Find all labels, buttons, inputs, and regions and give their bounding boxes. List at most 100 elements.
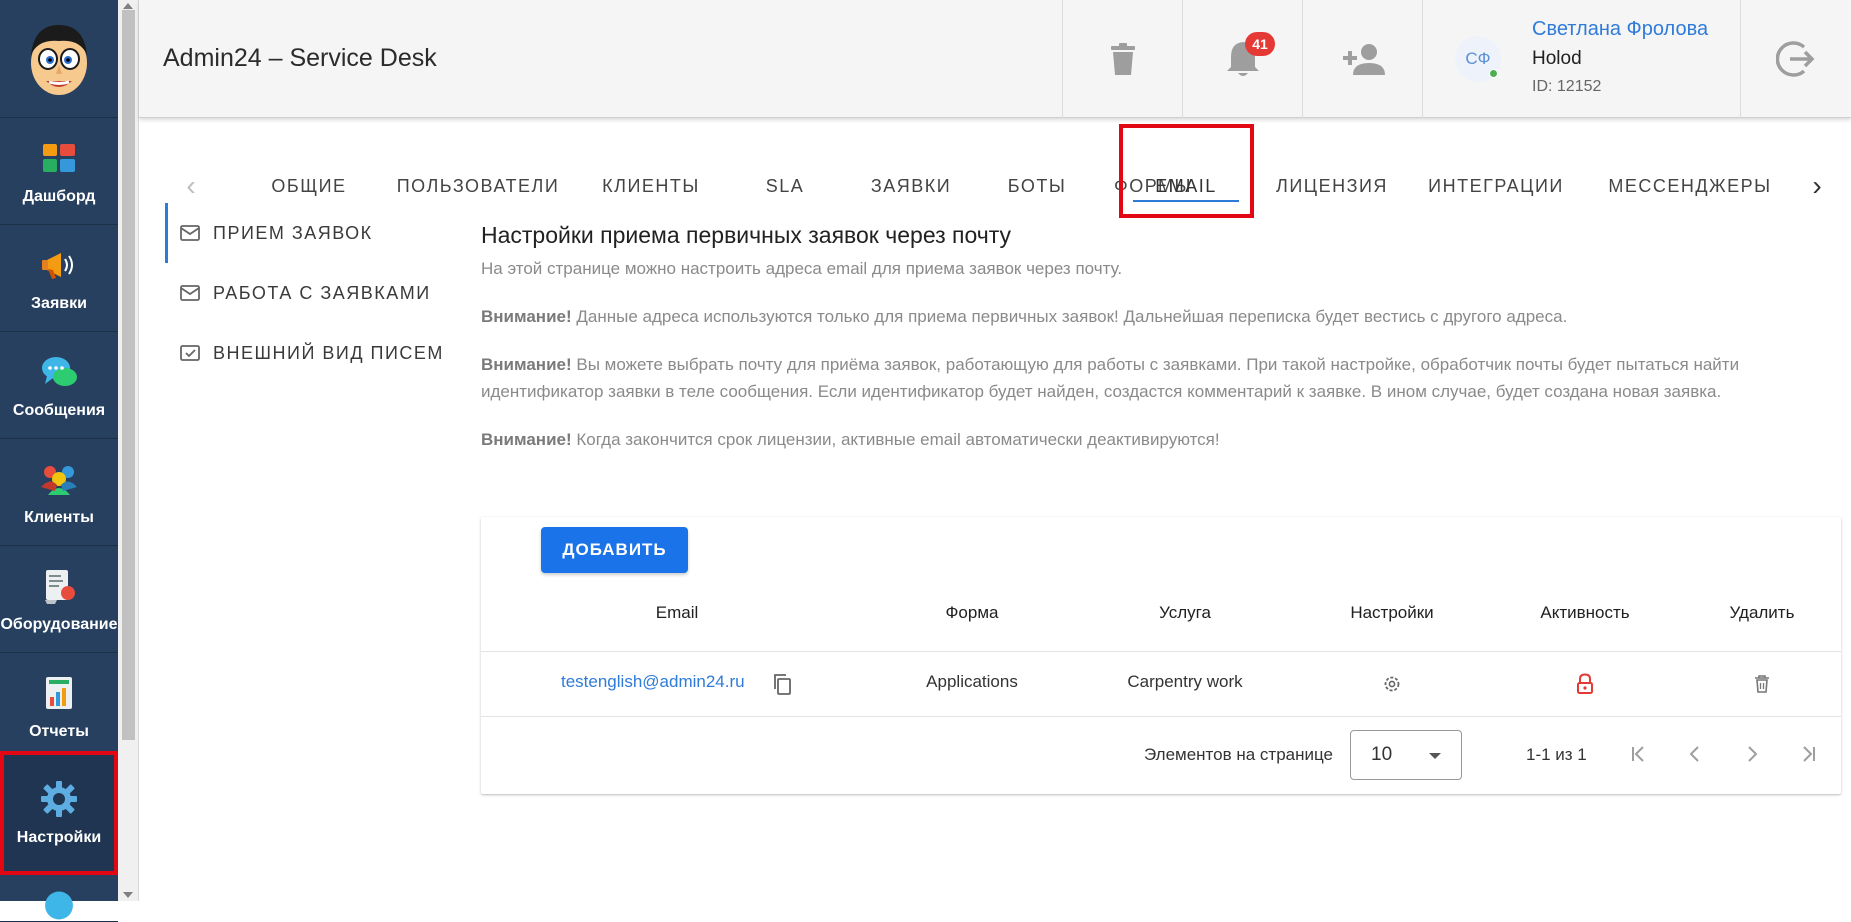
tab-email[interactable]: EMAIL — [1123, 158, 1249, 214]
column-header-form: Форма — [945, 603, 999, 622]
sidebar-item-help[interactable] — [0, 882, 118, 922]
scrollbar-thumb[interactable] — [122, 10, 135, 740]
sidebar-item-label: Настройки — [16, 828, 102, 846]
email-submenu: ПРИЕМ ЗАЯВОК РАБОТА С ЗАЯВКАМИ ВНЕШНИЙ В… — [165, 203, 455, 383]
trash-icon — [1110, 43, 1135, 75]
last-page-button[interactable] — [1793, 739, 1823, 769]
help-icon — [45, 891, 73, 920]
sidebar-item-reports[interactable]: Отчеты — [0, 654, 118, 760]
lock-icon — [1577, 673, 1593, 694]
mail-icon — [180, 285, 200, 301]
sidebar-item-dashboard[interactable]: Дашборд — [0, 119, 118, 225]
submenu-item-appearance[interactable]: ВНЕШНИЙ ВИД ПИСЕМ — [165, 323, 455, 383]
sidebar-item-label: Сообщения — [12, 401, 106, 419]
first-page-icon — [1632, 746, 1644, 762]
submenu-label: ВНЕШНИЙ ВИД ПИСЕМ — [213, 342, 444, 363]
copy-icon — [774, 674, 791, 695]
tab-label: ИНТЕГРАЦИИ — [1428, 175, 1564, 196]
chevron-down-icon — [1429, 753, 1441, 759]
warning-label: Внимание! — [481, 430, 572, 449]
chevron-right-icon — [1748, 746, 1758, 762]
row-settings-button[interactable] — [1379, 671, 1405, 697]
column-header-settings: Настройки — [1350, 603, 1434, 622]
user-name[interactable]: Светлана Фролова — [1532, 18, 1708, 41]
tab-requests[interactable]: ЗАЯВКИ — [843, 158, 979, 214]
tab-label: EMAIL — [1155, 175, 1217, 196]
sidebar-item-label: Клиенты — [24, 508, 94, 526]
trash-button[interactable] — [1062, 0, 1182, 118]
warning-label: Внимание! — [481, 355, 572, 374]
sidebar-item-requests[interactable]: Заявки — [0, 226, 118, 332]
tabs-scroll-right-icon[interactable]: › — [1797, 160, 1837, 212]
online-status-dot — [1489, 69, 1498, 78]
warning-text: Внимание! Данные адреса используются тол… — [481, 303, 1841, 330]
gear-icon — [41, 780, 77, 817]
mail-inbox-icon — [180, 225, 200, 241]
active-tab-indicator — [1133, 200, 1239, 202]
clients-icon — [41, 465, 77, 495]
submenu-item-incoming[interactable]: ПРИЕМ ЗАЯВОК — [165, 203, 455, 263]
tab-bots[interactable]: БОТЫ — [979, 158, 1095, 214]
tab-license[interactable]: ЛИЦЕНЗИЯ — [1255, 158, 1409, 214]
next-page-button[interactable] — [1737, 739, 1767, 769]
submenu-label: ПРИЕМ ЗАЯВОК — [213, 222, 373, 243]
user-profile[interactable]: СФ Светлана Фролова Holod ID: 12152 — [1422, 0, 1740, 118]
scroll-up-arrow-icon[interactable] — [123, 3, 133, 9]
tab-sla[interactable]: SLA — [727, 158, 843, 214]
user-organization: Holod — [1532, 48, 1582, 69]
tab-integrations[interactable]: ИНТЕГРАЦИИ — [1409, 158, 1583, 214]
sidebar-scrollbar[interactable] — [118, 0, 139, 901]
tab-label: МЕССЕНДЖЕРЫ — [1608, 175, 1772, 196]
logo[interactable] — [0, 0, 118, 118]
avatar[interactable]: СФ — [1455, 36, 1501, 82]
warning-body: Данные адреса используются только для пр… — [576, 307, 1568, 326]
delete-row-button[interactable] — [1749, 671, 1775, 697]
tab-label: ЛИЦЕНЗИЯ — [1276, 175, 1388, 196]
tab-label: SLA — [765, 175, 805, 196]
logout-button[interactable] — [1740, 0, 1851, 118]
chat-bubbles-icon — [42, 356, 77, 386]
warning-body: Когда закончится срок лицензии, активные… — [576, 430, 1220, 449]
sidebar-item-messages[interactable]: Сообщения — [0, 333, 118, 439]
sidebar-item-settings[interactable]: Настройки — [0, 751, 118, 875]
sidebar-item-label: Заявки — [31, 294, 87, 312]
notifications-button[interactable]: 41 — [1182, 0, 1302, 118]
service-cell: Carpentry work — [1127, 672, 1243, 691]
submenu-item-working[interactable]: РАБОТА С ЗАЯВКАМИ — [165, 263, 455, 323]
email-link[interactable]: testenglish@admin24.ru — [561, 672, 745, 692]
page-size-select[interactable]: 10 — [1350, 730, 1462, 780]
sidebar-item-equipment[interactable]: Оборудование — [0, 547, 118, 653]
megaphone-icon — [42, 252, 73, 279]
last-page-icon — [1803, 746, 1815, 762]
copy-button[interactable] — [769, 671, 795, 697]
warning-text: Внимание! Вы можете выбрать почту для пр… — [481, 351, 1831, 405]
sidebar-item-label: Оборудование — [0, 615, 118, 633]
avatar-face-logo-icon — [31, 24, 87, 95]
scroll-down-arrow-icon[interactable] — [123, 892, 133, 898]
activity-toggle-button[interactable] — [1572, 671, 1598, 697]
sidebar-item-label: Дашборд — [22, 187, 96, 205]
add-email-button[interactable]: ДОБАВИТЬ — [541, 527, 688, 573]
items-per-page-label: Элементов на странице — [1144, 745, 1334, 764]
mail-check-icon — [180, 345, 200, 361]
logout-icon — [1776, 41, 1815, 77]
add-user-button[interactable] — [1302, 0, 1422, 118]
page-size-value: 10 — [1371, 744, 1393, 765]
app-title: Admin24 – Service Desk — [163, 44, 437, 72]
user-id: ID: 12152 — [1532, 78, 1602, 95]
main-content: Настройки приема первичных заявок через … — [481, 222, 1841, 453]
tab-clients[interactable]: КЛИЕНТЫ — [575, 158, 727, 214]
form-cell: Applications — [926, 672, 1018, 691]
sidebar-item-clients[interactable]: Клиенты — [0, 440, 118, 546]
add-user-icon — [1342, 44, 1385, 75]
previous-page-button[interactable] — [1680, 739, 1710, 769]
warning-label: Внимание! — [481, 307, 572, 326]
tab-messengers[interactable]: МЕССЕНДЖЕРЫ — [1583, 158, 1797, 214]
submenu-label: РАБОТА С ЗАЯВКАМИ — [213, 282, 431, 303]
header-divider — [481, 651, 1841, 652]
column-header-activity: Активность — [1540, 603, 1630, 622]
avatar-initials: СФ — [1465, 49, 1491, 68]
sidebar: Дашборд Заявки Сообщения Клиенты Оборудо… — [0, 0, 118, 922]
tab-label: КЛИЕНТЫ — [602, 175, 700, 196]
first-page-button[interactable] — [1624, 739, 1654, 769]
